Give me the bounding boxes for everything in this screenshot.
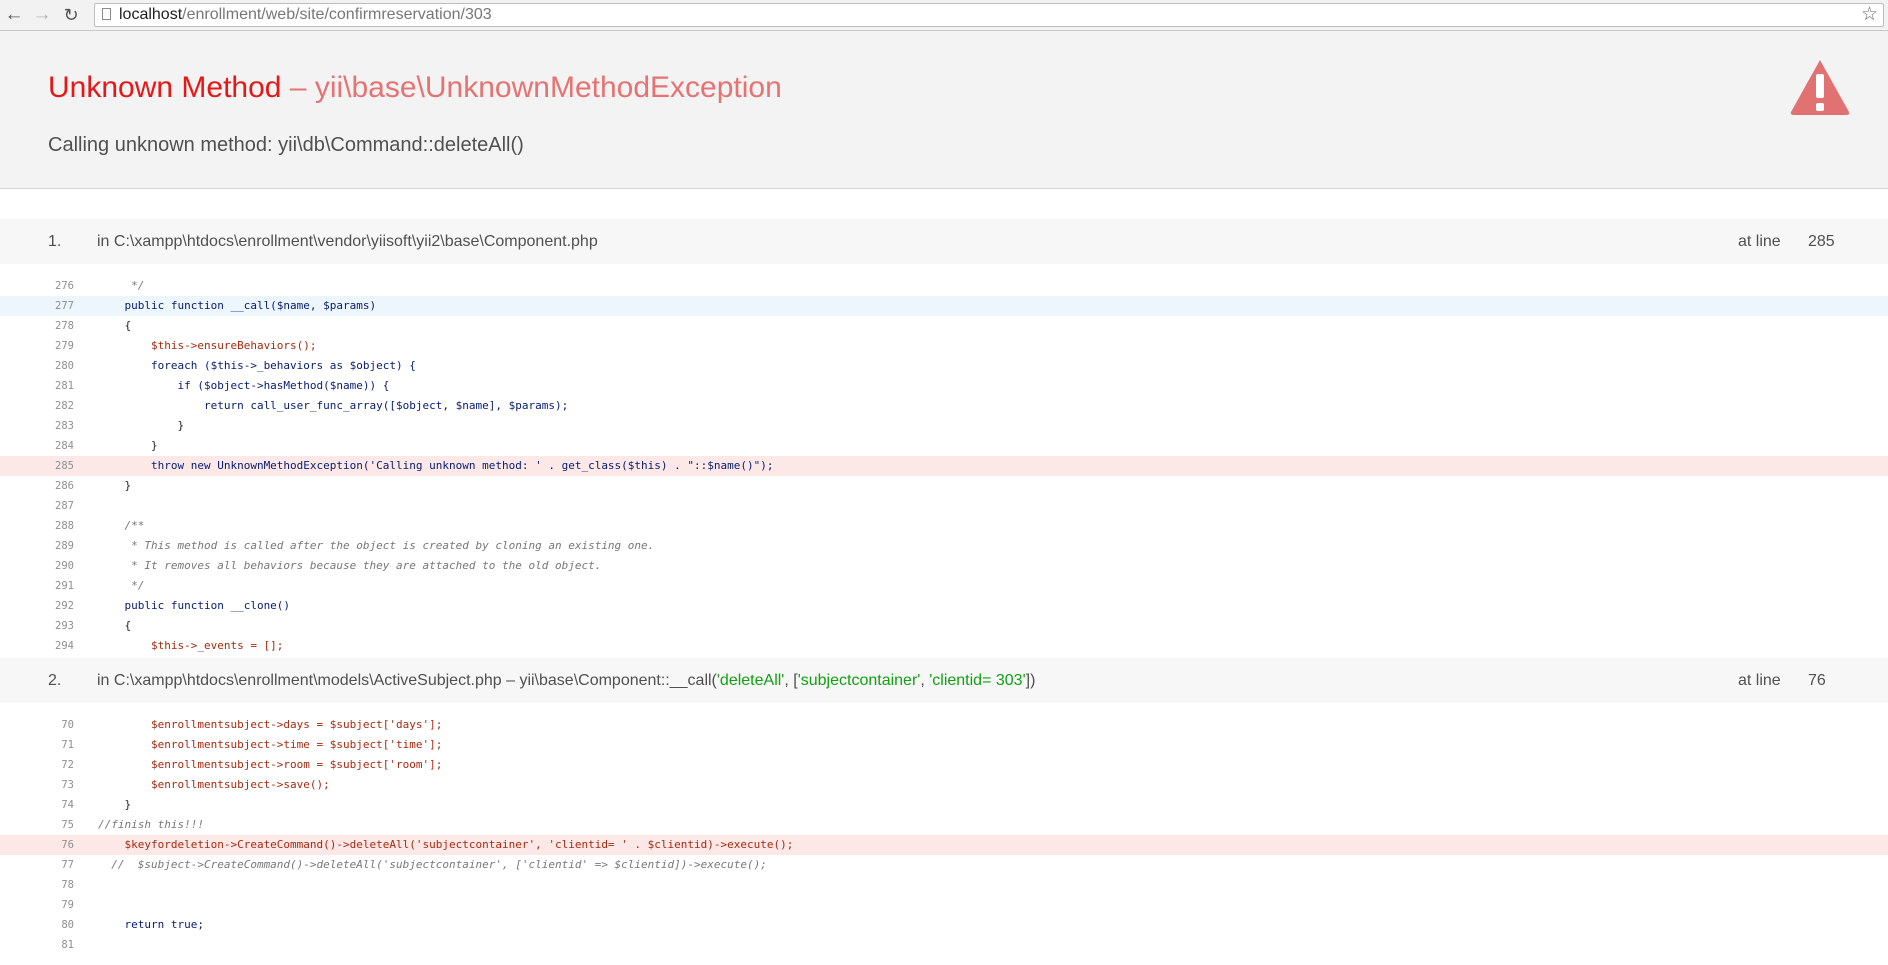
code-line: 73 $enrollmentsubject->save(); [61, 778, 330, 791]
frame-index: 1. [48, 233, 62, 250]
frame-file: in C:\xampp\htdocs\enrollment\models\Act… [97, 672, 1036, 689]
code-line: 287 [55, 500, 74, 512]
back-arrow-icon[interactable]: ← [4, 4, 24, 26]
frame-line-number: 285 [1808, 233, 1835, 250]
error-name: Unknown Method [48, 71, 282, 104]
at-line-label: at line [1738, 233, 1781, 250]
at-line-label: at line [1738, 672, 1781, 689]
code-line: 286 } [55, 479, 132, 492]
code-line: 75//finish this!!! [61, 818, 204, 831]
star-icon[interactable]: ☆ [1861, 4, 1878, 26]
code-line: 284 } [55, 439, 158, 452]
error-title: Unknown Method – yii\base\UnknownMethodE… [48, 71, 782, 105]
frame-file: in C:\xampp\htdocs\enrollment\vendor\yii… [97, 233, 598, 250]
code-line: 291 */ [55, 579, 145, 592]
code-line-error: 76 $keyfordeletion->CreateCommand()->del… [0, 835, 1888, 855]
error-header: Unknown Method – yii\base\UnknownMethodE… [0, 31, 1888, 189]
code-line: 71 $enrollmentsubject->time = $subject['… [61, 738, 443, 751]
code-line: 74 } [61, 798, 132, 811]
code-line: 294 $this->_events = []; [55, 639, 284, 652]
warning-icon [1790, 60, 1850, 115]
code-line: 293 { [55, 619, 132, 632]
code-line: 288 /** [55, 519, 145, 532]
code-line: 72 $enrollmentsubject->room = $subject['… [61, 758, 443, 771]
code-block: 276 */ 277 public function __call($name,… [0, 264, 1888, 658]
exception-class: yii\base\UnknownMethodException [314, 71, 782, 104]
code-line: 78 [61, 879, 74, 891]
reload-icon[interactable]: ↻ [61, 4, 81, 26]
code-line: 79 [61, 899, 74, 911]
code-line: 77 // $subject->CreateCommand()->deleteA… [61, 858, 767, 871]
error-separator: – [281, 71, 315, 104]
frame-line-number: 76 [1808, 672, 1826, 689]
stack-frame-header[interactable]: 1. in C:\xampp\htdocs\enrollment\vendor\… [0, 219, 1888, 264]
code-line: 278 { [55, 319, 132, 332]
code-line: 290 * It removes all behaviors because t… [55, 559, 602, 572]
url-host: localhost [119, 6, 183, 23]
url-text[interactable]: localhost/enrollment/web/site/confirmres… [119, 6, 492, 24]
call-stack: 1. in C:\xampp\htdocs\enrollment\vendor\… [0, 189, 1888, 955]
frame-index: 2. [48, 672, 62, 689]
forward-arrow-icon[interactable]: → [32, 4, 52, 26]
browser-toolbar: ← → ↻ localhost/enrollment/web/site/conf… [0, 0, 1888, 31]
code-line-error: 285 throw new UnknownMethodException('Ca… [0, 456, 1888, 476]
code-line: 70 $enrollmentsubject->days = $subject['… [61, 718, 443, 731]
code-line: 283 } [55, 419, 185, 432]
code-line: 282 return call_user_func_array([$object… [55, 399, 569, 412]
code-line-highlighted: 277 public function __call($name, $param… [0, 296, 1888, 316]
page-icon [102, 8, 111, 20]
error-message: Calling unknown method: yii\db\Command::… [48, 134, 524, 156]
code-line: 80 return true; [61, 918, 204, 931]
code-line: 276 */ [55, 279, 145, 292]
code-line: 289 * This method is called after the ob… [55, 539, 655, 552]
code-line: 292 public function __clone() [55, 599, 291, 612]
code-line: 281 if ($object->hasMethod($name)) { [55, 379, 390, 392]
code-line: 279 $this->ensureBehaviors(); [55, 339, 317, 352]
code-line: 280 foreach ($this->_behaviors as $objec… [55, 359, 416, 372]
code-line: 81 [61, 939, 74, 951]
stack-frame-header[interactable]: 2. in C:\xampp\htdocs\enrollment\models\… [0, 658, 1888, 703]
code-block: 70 $enrollmentsubject->days = $subject['… [0, 703, 1888, 955]
url-path: /enrollment/web/site/confirmreservation/… [182, 6, 492, 23]
address-bar[interactable]: localhost/enrollment/web/site/confirmres… [94, 3, 1884, 27]
